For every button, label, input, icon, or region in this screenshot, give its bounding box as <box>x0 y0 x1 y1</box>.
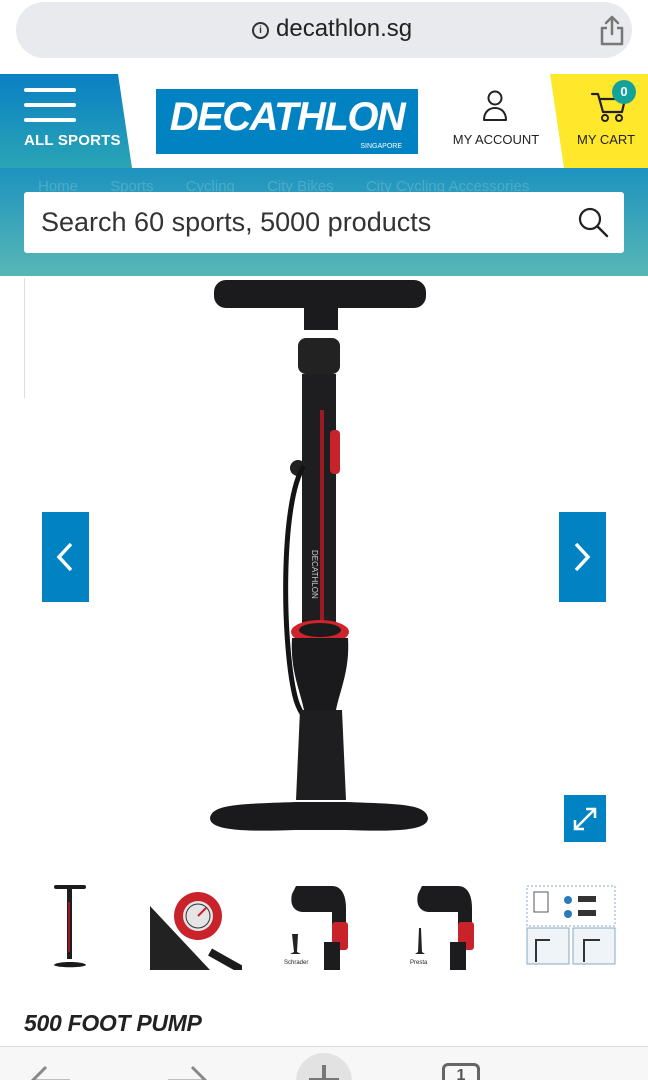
thumbnail-strip: Schrader Presta <box>24 882 624 972</box>
address-bar[interactable]: i decathlon.sg <box>16 2 632 58</box>
logo-text: DECATHLON <box>169 95 406 139</box>
search-icon[interactable] <box>576 205 610 239</box>
my-account-label: MY ACCOUNT <box>452 132 540 147</box>
expand-icon <box>573 807 597 831</box>
logo-subtext: SINGAPORE <box>360 143 402 150</box>
search-section: Home Sports Cycling City Bikes City Cycl… <box>0 168 648 276</box>
tabs-icon[interactable]: 1 <box>442 1063 480 1080</box>
pressure-gauge-thumb[interactable] <box>150 882 242 970</box>
all-sports-label[interactable]: ALL SPORTS <box>24 132 121 149</box>
forward-icon[interactable] <box>166 1063 208 1080</box>
user-icon <box>483 90 507 121</box>
previous-image-button[interactable] <box>42 512 89 602</box>
search-box[interactable] <box>24 192 624 253</box>
pump-full-thumb[interactable] <box>24 882 116 970</box>
instructions-diagram-thumb[interactable] <box>526 882 618 970</box>
schrader-label: Schrader <box>284 960 309 966</box>
schrader-head-thumb[interactable]: Schrader <box>276 882 368 970</box>
fullscreen-button[interactable] <box>564 795 606 842</box>
next-image-button[interactable] <box>559 512 606 602</box>
chevron-right-icon <box>574 542 591 572</box>
more-icon[interactable] <box>566 1075 599 1080</box>
share-icon[interactable] <box>598 14 626 46</box>
hamburger-menu-icon[interactable] <box>24 88 76 124</box>
new-tab-icon[interactable] <box>296 1053 352 1080</box>
product-title: 500 FOOT PUMP <box>24 1010 202 1036</box>
svg-text:DECATHLON: DECATHLON <box>310 550 319 599</box>
site-header: ALL SPORTS DECATHLON SINGAPORE MY ACCOUN… <box>0 74 648 168</box>
tab-count: 1 <box>456 1067 466 1080</box>
cart-count-badge: 0 <box>612 80 636 104</box>
search-input[interactable] <box>24 192 564 253</box>
presta-label: Presta <box>410 960 428 966</box>
chevron-left-icon <box>56 542 73 572</box>
url-text[interactable]: decathlon.sg <box>276 15 412 43</box>
info-icon[interactable]: i <box>252 22 269 39</box>
gallery-divider <box>24 278 25 398</box>
decathlon-logo[interactable]: DECATHLON SINGAPORE <box>156 89 418 154</box>
my-account-button[interactable]: MY ACCOUNT <box>448 88 544 158</box>
foot-pump-image[interactable]: DECATHLON <box>200 270 450 850</box>
back-icon[interactable] <box>30 1063 72 1080</box>
browser-toolbar: 1 <box>0 1046 648 1080</box>
all-sports-menu-button[interactable]: ALL SPORTS <box>0 74 132 168</box>
my-cart-label[interactable]: MY CART <box>550 132 648 147</box>
presta-head-thumb[interactable]: Presta <box>402 882 494 970</box>
browser-chrome: i decathlon.sg <box>0 0 648 74</box>
